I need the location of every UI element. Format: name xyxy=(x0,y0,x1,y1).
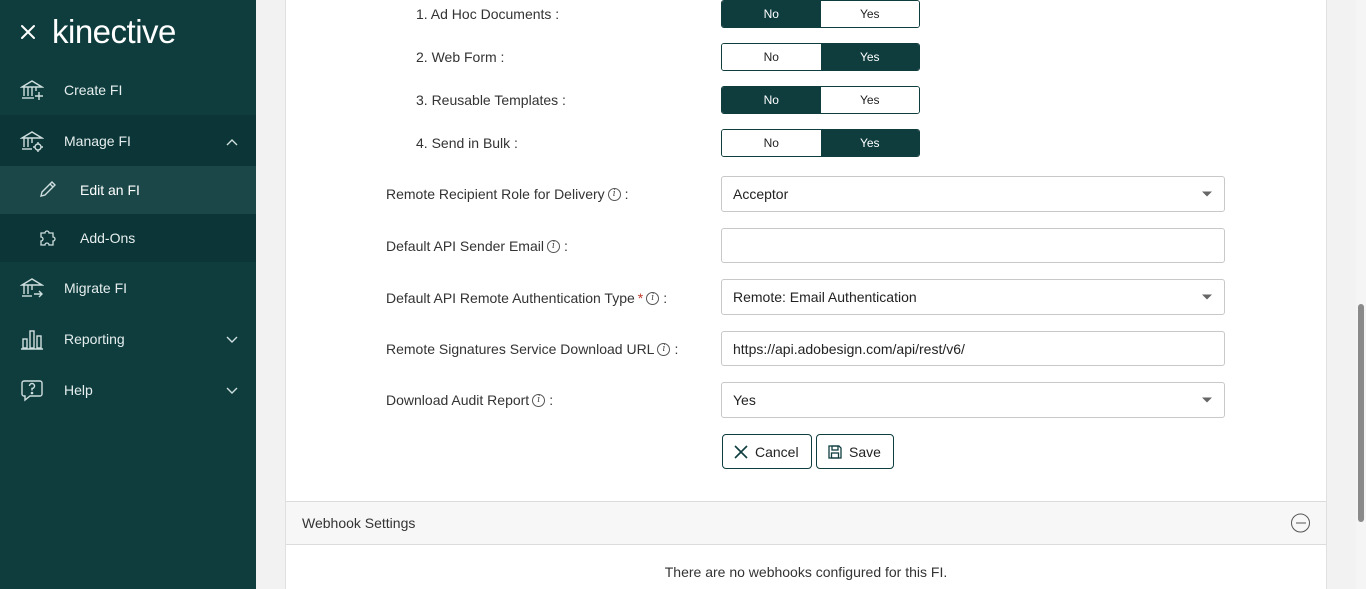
api-sender-email-label: Default API Sender Email i : xyxy=(386,238,568,254)
dropdown-caret-icon xyxy=(1202,294,1212,300)
toggle-label-reusable-templates: 3. Reusable Templates : xyxy=(416,92,566,108)
toggle-no-option[interactable]: No xyxy=(722,87,821,113)
webhook-empty-message: There are no webhooks configured for thi… xyxy=(664,564,948,580)
toggle-no-option[interactable]: No xyxy=(722,44,821,70)
sidebar-item-label: Reporting xyxy=(64,330,125,347)
sidebar: kinective Create FI Manage FI Edit an FI… xyxy=(0,0,256,589)
toggle-yes-option[interactable]: Yes xyxy=(820,130,919,156)
info-icon[interactable]: i xyxy=(546,239,560,253)
save-button-label: Save xyxy=(849,443,881,460)
sidebar-item-migrate-fi[interactable]: Migrate FI xyxy=(0,262,256,313)
chevron-down-icon xyxy=(226,382,238,398)
page-scrollbar-thumb[interactable] xyxy=(1358,304,1364,522)
auth-type-value: Remote: Email Authentication xyxy=(733,289,917,305)
toggle-send-in-bulk[interactable]: No Yes xyxy=(721,129,920,157)
toggle-no-option[interactable]: No xyxy=(722,1,821,27)
sidebar-item-create-fi[interactable]: Create FI xyxy=(0,64,256,115)
puzzle-icon xyxy=(38,227,58,250)
sidebar-subitem-add-ons[interactable]: Add-Ons xyxy=(0,214,256,262)
webhook-settings-title: Webhook Settings xyxy=(302,515,416,531)
remote-role-select[interactable]: Acceptor xyxy=(721,176,1225,212)
auth-type-label-text: Default API Remote Authentication Type xyxy=(386,290,635,306)
brand-logo: kinective xyxy=(52,13,176,50)
chevron-down-icon xyxy=(226,331,238,347)
auth-type-select[interactable]: Remote: Email Authentication xyxy=(721,279,1225,315)
sidebar-subitem-label: Edit an FI xyxy=(80,182,140,198)
download-url-value: https://api.adobesign.com/api/rest/v6/ xyxy=(733,340,965,357)
info-icon[interactable]: i xyxy=(532,393,546,407)
sidebar-subitem-edit-fi[interactable]: Edit an FI xyxy=(0,166,256,214)
webhook-settings-header[interactable]: Webhook Settings xyxy=(286,501,1326,545)
toggle-yes-option[interactable]: Yes xyxy=(820,87,919,113)
audit-report-label-text: Download Audit Report xyxy=(386,392,530,408)
audit-report-select[interactable]: Yes xyxy=(721,382,1225,418)
bar-chart-icon xyxy=(20,327,44,351)
required-marker: * xyxy=(637,290,644,306)
remote-role-label: Remote Recipient Role for Delivery i : xyxy=(386,186,629,202)
sidebar-subitem-label: Add-Ons xyxy=(80,230,136,246)
close-icon[interactable] xyxy=(18,22,38,42)
api-sender-email-label-text: Default API Sender Email xyxy=(386,238,544,254)
remote-role-value: Acceptor xyxy=(733,186,789,202)
api-sender-email-input[interactable] xyxy=(721,228,1225,263)
floppy-disk-icon xyxy=(828,444,842,459)
info-icon[interactable]: i xyxy=(607,187,621,201)
pencil-icon xyxy=(38,179,58,202)
sidebar-item-label: Manage FI xyxy=(64,132,131,149)
close-icon xyxy=(734,444,748,459)
label-colon: : xyxy=(549,392,554,408)
toggle-yes-option[interactable]: Yes xyxy=(820,44,919,70)
toggle-ad-hoc-documents[interactable]: No Yes xyxy=(721,0,920,28)
cancel-button-label: Cancel xyxy=(755,443,799,460)
help-bubble-icon xyxy=(20,378,44,402)
remote-role-label-text: Remote Recipient Role for Delivery xyxy=(386,186,605,202)
sidebar-item-reporting[interactable]: Reporting xyxy=(0,313,256,364)
audit-report-label: Download Audit Report i : xyxy=(386,392,553,408)
toggle-label-web-form: 2. Web Form : xyxy=(416,49,505,65)
sidebar-item-help[interactable]: Help xyxy=(0,364,256,415)
label-colon: : xyxy=(674,341,679,357)
sidebar-item-manage-fi[interactable]: Manage FI xyxy=(0,115,256,166)
dropdown-caret-icon xyxy=(1202,191,1212,197)
download-url-label: Remote Signatures Service Download URL i… xyxy=(386,341,678,357)
download-url-input[interactable]: https://api.adobesign.com/api/rest/v6/ xyxy=(721,331,1225,366)
label-colon: : xyxy=(663,290,668,306)
sidebar-item-label: Create FI xyxy=(64,81,123,98)
bank-plus-icon xyxy=(20,78,44,102)
dropdown-caret-icon xyxy=(1202,397,1212,403)
sidebar-item-label: Migrate FI xyxy=(64,279,128,296)
info-icon[interactable]: i xyxy=(657,342,671,356)
label-colon: : xyxy=(624,186,629,202)
cancel-button[interactable]: Cancel xyxy=(722,434,812,469)
save-button[interactable]: Save xyxy=(816,434,894,469)
sidebar-item-label: Help xyxy=(64,381,93,398)
audit-report-value: Yes xyxy=(733,392,756,408)
toggle-label-ad-hoc: 1. Ad Hoc Documents : xyxy=(416,6,560,22)
label-colon: : xyxy=(563,238,568,254)
download-url-label-text: Remote Signatures Service Download URL xyxy=(386,341,655,357)
auth-type-label: Default API Remote Authentication Type *… xyxy=(386,290,667,306)
logo-row: kinective xyxy=(0,0,256,64)
info-icon[interactable]: i xyxy=(646,291,660,305)
toggle-reusable-templates[interactable]: No Yes xyxy=(721,86,920,114)
toggle-web-form[interactable]: No Yes xyxy=(721,43,920,71)
bank-gear-icon xyxy=(20,129,44,153)
toggle-yes-option[interactable]: Yes xyxy=(820,1,919,27)
bank-arrow-icon xyxy=(20,276,44,300)
toggle-no-option[interactable]: No xyxy=(722,130,821,156)
collapse-icon[interactable] xyxy=(1291,513,1310,533)
toggle-label-send-in-bulk: 4. Send in Bulk : xyxy=(416,135,518,151)
chevron-up-icon xyxy=(226,133,238,149)
